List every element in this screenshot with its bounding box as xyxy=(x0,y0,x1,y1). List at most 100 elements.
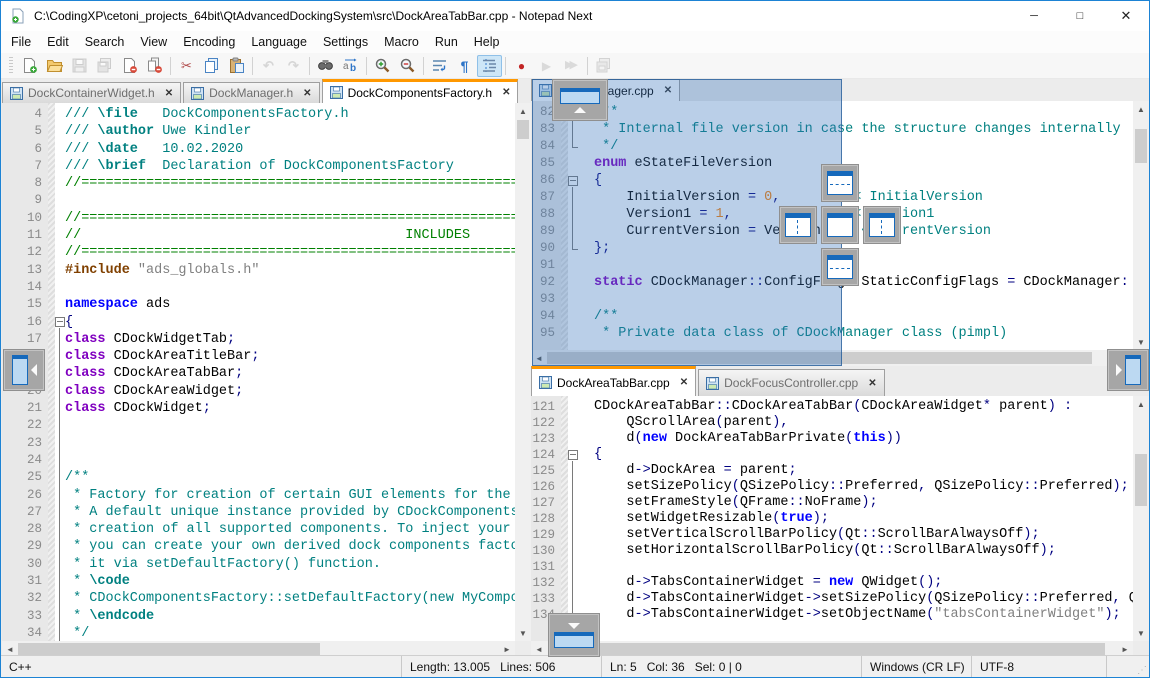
code-line-125: 125 d->DockArea = parent; xyxy=(531,463,1133,479)
tab-dockmanager-h[interactable]: DockManager.h✕ xyxy=(183,82,319,103)
new-file-button[interactable] xyxy=(17,55,42,77)
close-button[interactable] xyxy=(117,55,142,77)
menu-settings[interactable]: Settings xyxy=(315,31,376,53)
scroll-up-arrow-icon[interactable]: ▲ xyxy=(515,103,531,119)
run-macro-multiple-icon: ▶▶ xyxy=(565,60,574,71)
line-number: 14 xyxy=(2,279,48,296)
drop-right-indicator[interactable] xyxy=(863,206,901,244)
drop-left-indicator[interactable] xyxy=(779,206,817,244)
editor-group-left: DockContainerWidget.h✕DockManager.h✕Dock… xyxy=(2,79,531,657)
code-text: setVerticalScrollBarPolicy(Qt::ScrollBar… xyxy=(578,527,1133,543)
tab-dockfocuscontroller-cpp[interactable]: DockFocusController.cpp✕ xyxy=(698,369,884,396)
code-line-5: 5/// \author Uwe Kindler xyxy=(2,123,515,140)
vertical-scrollbar[interactable]: ▲ ▼ xyxy=(515,103,531,641)
scrollbar-thumb[interactable] xyxy=(1135,129,1147,163)
menu-language[interactable]: Language xyxy=(243,31,315,53)
play-macro-button[interactable]: ▶ xyxy=(534,55,559,77)
line-number: 24 xyxy=(2,452,48,469)
menu-help[interactable]: Help xyxy=(466,31,508,53)
drop-center-indicator[interactable] xyxy=(821,206,859,244)
zoom-in-button[interactable] xyxy=(370,55,395,77)
minimize-button[interactable]: ─ xyxy=(1011,1,1057,31)
dock-split-top-icon xyxy=(827,171,853,195)
tab-close-icon[interactable]: ✕ xyxy=(502,87,510,98)
fold-collapse-icon[interactable] xyxy=(55,317,65,327)
scrollbar-thumb[interactable] xyxy=(517,120,529,139)
scrollbar-thumb[interactable] xyxy=(1135,454,1147,506)
edge-bottom-drop-indicator[interactable] xyxy=(548,613,600,657)
editor-dockareatabbar[interactable]: 121CDockAreaTabBar::CDockAreaTabBar(CDoc… xyxy=(531,396,1133,641)
menu-edit[interactable]: Edit xyxy=(39,31,77,53)
toolbar-separator xyxy=(309,57,310,75)
undo-button[interactable]: ↶ xyxy=(256,55,281,77)
redo-button[interactable]: ↷ xyxy=(281,55,306,77)
tab-dockareatabbar-cpp[interactable]: DockAreaTabBar.cpp✕ xyxy=(531,366,696,396)
paste-button[interactable] xyxy=(224,55,249,77)
tab-close-icon[interactable]: ✕ xyxy=(680,377,688,388)
menu-run[interactable]: Run xyxy=(427,31,466,53)
scrollbar-thumb[interactable] xyxy=(18,643,320,655)
scroll-down-arrow-icon[interactable]: ▼ xyxy=(1133,625,1149,641)
save-all-button[interactable] xyxy=(92,55,117,77)
tab-bar-bottom-right: DockAreaTabBar.cpp✕DockFocusController.c… xyxy=(531,366,1149,396)
menu-encoding[interactable]: Encoding xyxy=(175,31,243,53)
scroll-down-arrow-icon[interactable]: ▼ xyxy=(515,625,531,641)
copy-button[interactable] xyxy=(199,55,224,77)
code-line-20: 20class CDockAreaWidget; xyxy=(2,383,515,400)
open-file-button[interactable] xyxy=(42,55,67,77)
vertical-scrollbar[interactable]: ▲ ▼ xyxy=(1133,101,1149,350)
drop-top-indicator[interactable] xyxy=(821,164,859,202)
arrow-up-icon xyxy=(574,107,586,113)
code-line-124: 124{ xyxy=(531,447,1133,463)
edge-left-drop-indicator[interactable] xyxy=(3,349,45,391)
fold-collapse-icon[interactable] xyxy=(568,450,578,460)
menu-search[interactable]: Search xyxy=(77,31,133,53)
tab-close-icon[interactable]: ✕ xyxy=(165,88,173,99)
status-language[interactable]: C++ xyxy=(1,656,401,677)
tab-close-icon[interactable]: ✕ xyxy=(868,378,876,389)
code-line-24: 24 xyxy=(2,452,515,469)
editor-dockcomponentsfactory[interactable]: 4/// \file DockComponentsFactory.h5/// \… xyxy=(2,103,515,641)
resize-grip[interactable]: ⋰ xyxy=(1131,656,1149,677)
code-text: { xyxy=(578,447,1133,463)
line-number: 34 xyxy=(2,625,48,641)
scroll-down-arrow-icon[interactable]: ▼ xyxy=(1133,334,1149,350)
save-macro-button[interactable] xyxy=(591,55,616,77)
maximize-button[interactable]: □ xyxy=(1057,1,1103,31)
word-wrap-button[interactable] xyxy=(427,55,452,77)
line-number: 12 xyxy=(2,244,48,261)
tab-dockcontainerwidget-h[interactable]: DockContainerWidget.h✕ xyxy=(2,82,181,103)
menu-view[interactable]: View xyxy=(132,31,175,53)
replace-button[interactable]: ab xyxy=(338,55,363,77)
run-macro-multiple-button[interactable]: ▶▶ xyxy=(559,55,584,77)
close-all-button[interactable] xyxy=(142,55,167,77)
cut-button[interactable]: ✂ xyxy=(174,55,199,77)
edge-top-drop-indicator[interactable] xyxy=(552,79,608,121)
status-eol-format[interactable]: Windows (CR LF) xyxy=(861,656,971,677)
show-all-characters-button[interactable]: ¶ xyxy=(452,55,477,77)
vertical-scrollbar[interactable]: ▲ ▼ xyxy=(1133,396,1149,641)
save-button[interactable] xyxy=(67,55,92,77)
edge-right-drop-indicator[interactable] xyxy=(1107,349,1149,391)
find-button[interactable] xyxy=(313,55,338,77)
zoom-out-button[interactable] xyxy=(395,55,420,77)
code-text: * creation of all supported components. … xyxy=(65,521,515,538)
indentation-guides-button[interactable] xyxy=(477,55,502,77)
code-text: */ xyxy=(65,625,515,641)
code-line-28: 28 * creation of all supported component… xyxy=(2,521,515,538)
tab-close-icon[interactable]: ✕ xyxy=(303,88,311,99)
record-macro-button[interactable]: ● xyxy=(509,55,534,77)
menu-file[interactable]: File xyxy=(3,31,39,53)
drop-bottom-indicator[interactable] xyxy=(821,248,859,286)
code-text: /// \file DockComponentsFactory.h xyxy=(65,106,515,123)
code-text: //======================================… xyxy=(65,244,515,261)
close-button[interactable]: ✕ xyxy=(1103,1,1149,31)
tab-dockcomponentsfactory-h[interactable]: DockComponentsFactory.h✕ xyxy=(322,79,519,103)
code-text: class CDockAreaTitleBar; xyxy=(65,348,515,365)
status-encoding[interactable]: UTF-8 xyxy=(971,656,1106,677)
scroll-up-arrow-icon[interactable]: ▲ xyxy=(1133,101,1149,117)
fold-marker xyxy=(55,175,65,192)
scroll-up-arrow-icon[interactable]: ▲ xyxy=(1133,396,1149,412)
menu-macro[interactable]: Macro xyxy=(376,31,427,53)
scrollbar-thumb[interactable] xyxy=(585,643,1105,655)
